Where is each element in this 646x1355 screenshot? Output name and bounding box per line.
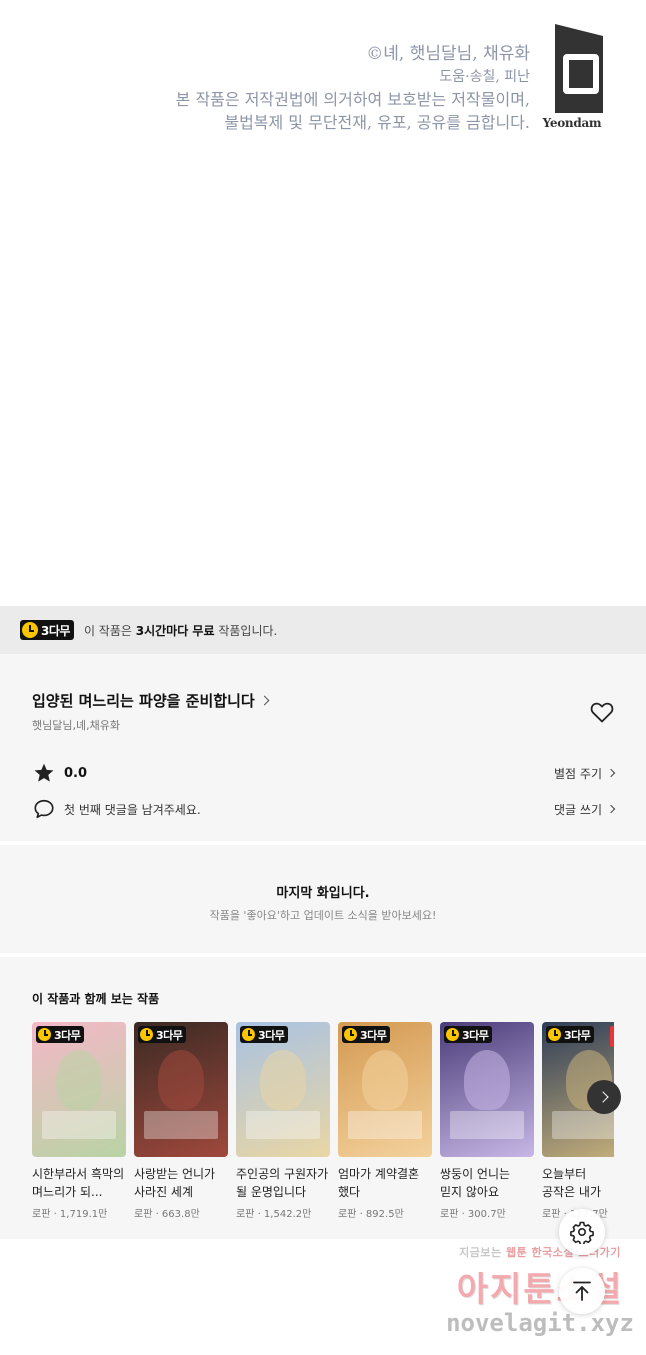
rating-value: 0.0 bbox=[64, 765, 88, 781]
cover-title-art bbox=[348, 1111, 422, 1139]
carousel-next-button[interactable] bbox=[587, 1080, 621, 1114]
copyright-warning-1: 본 작품은 저작권법에 의거하여 보호받는 저작물이며, bbox=[175, 90, 530, 109]
cover-art bbox=[56, 1050, 102, 1110]
recommendation-title: 주인공의 구원자가 될 운명입니다 bbox=[236, 1167, 329, 1199]
wait-free-badge: 3다무 bbox=[444, 1026, 493, 1043]
recommendation-meta: 로판 · 1,542.2만 bbox=[236, 1209, 312, 1220]
cover-title-art bbox=[552, 1111, 614, 1139]
recommendation-card[interactable]: 3다무사랑받는 언니가 사라진 세계로판 · 663.8만 bbox=[134, 1022, 228, 1220]
heart-outline-icon[interactable] bbox=[590, 701, 614, 723]
new-badge: 신작 bbox=[609, 1026, 614, 1047]
copyright-credits: ©녜, 햇님달님, 채유화 bbox=[366, 44, 530, 64]
clock-icon bbox=[446, 1028, 459, 1041]
chevron-right-icon bbox=[606, 804, 616, 814]
recommendation-thumbnail: 3다무 bbox=[236, 1022, 330, 1157]
wait-free-badge: 3다무 bbox=[546, 1026, 595, 1043]
wait-free-badge: 3다무 bbox=[342, 1026, 391, 1043]
recommendation-title: 시한부라서 흑막의 며느리가 되... bbox=[32, 1167, 125, 1199]
work-title-link[interactable]: 입양된 며느리는 파양을 준비합니다 bbox=[32, 690, 270, 711]
recommendation-thumbnail: 3다무 bbox=[440, 1022, 534, 1157]
comment-row: 첫 번째 댓글을 남겨주세요. 댓글 쓰기 bbox=[32, 798, 616, 820]
recommendation-meta: 로판 · 663.8만 bbox=[134, 1209, 200, 1220]
recommendation-card[interactable]: 3다무시한부라서 흑막의 며느리가 되... 로판 · 1,719.1만 bbox=[32, 1022, 126, 1220]
scroll-top-button[interactable] bbox=[559, 1268, 605, 1314]
recommendation-meta: 로판 · 1,719.1만 bbox=[32, 1209, 108, 1220]
wait-free-badge: 3다무 bbox=[20, 620, 74, 640]
write-comment-button[interactable]: 댓글 쓰기 bbox=[554, 801, 616, 818]
last-episode-section: 마지막 화입니다. 작품을 '좋아요'하고 업데이트 소식을 받아보세요! bbox=[0, 845, 646, 953]
publisher-logo-text: Yeondam bbox=[542, 116, 602, 130]
work-info-section: 입양된 며느리는 파양을 준비합니다 햇님달님,녜,채유화 0.0 별점 주기 … bbox=[0, 654, 646, 841]
comment-prompt: 첫 번째 댓글을 남겨주세요. bbox=[64, 802, 201, 817]
copyright-warning-2: 불법복제 및 무단전재, 유포, 공유를 금합니다. bbox=[224, 113, 530, 132]
copyright-notice: ©녜, 햇님달님, 채유화 도움·송칠, 피난 본 작품은 저작권법에 의거하여… bbox=[176, 42, 530, 134]
star-icon bbox=[34, 763, 54, 782]
work-title: 입양된 며느리는 파양을 준비합니다 bbox=[32, 692, 255, 710]
last-episode-subtitle: 작품을 '좋아요'하고 업데이트 소식을 받아보세요! bbox=[209, 909, 437, 922]
site-watermark: 지금보는 웹툰 한국소설 보러가기 아지툰소설 novelagit.xyz bbox=[440, 1244, 640, 1337]
clock-icon bbox=[140, 1028, 153, 1041]
recommendation-title: 쌍둥이 언니는 믿지 않아요 bbox=[440, 1167, 511, 1199]
recommendations-heading: 이 작품과 함께 보는 작품 bbox=[32, 992, 160, 1006]
cover-title-art bbox=[450, 1111, 524, 1139]
arrow-up-icon bbox=[573, 1281, 591, 1301]
clock-icon bbox=[22, 622, 38, 638]
recommendation-card[interactable]: 3다무주인공의 구원자가 될 운명입니다로판 · 1,542.2만 bbox=[236, 1022, 330, 1220]
recommendation-card[interactable]: 3다무쌍둥이 언니는 믿지 않아요로판 · 300.7만 bbox=[440, 1022, 534, 1220]
clock-icon bbox=[548, 1028, 561, 1041]
recommendation-meta: 로판 · 892.5만 bbox=[338, 1209, 404, 1220]
wait-free-badge: 3다무 bbox=[138, 1026, 187, 1043]
recommendation-thumbnail: 3다무 bbox=[338, 1022, 432, 1157]
recommendation-thumbnail: 3다무 bbox=[32, 1022, 126, 1157]
publisher-logo: Yeondam bbox=[541, 16, 603, 130]
clock-icon bbox=[38, 1028, 51, 1041]
work-authors: 햇님달님,녜,채유화 bbox=[32, 719, 120, 732]
chevron-right-icon bbox=[596, 1091, 609, 1103]
comic-end-panel: ©녜, 햇님달님, 채유화 도움·송칠, 피난 본 작품은 저작권법에 의거하여… bbox=[0, 0, 646, 606]
cover-art bbox=[260, 1050, 306, 1110]
recommendation-title: 사랑받는 언니가 사라진 세계 bbox=[134, 1167, 216, 1199]
cover-title-art bbox=[246, 1111, 320, 1139]
recommendation-thumbnail: 3다무 bbox=[134, 1022, 228, 1157]
rate-button[interactable]: 별점 주기 bbox=[554, 765, 616, 782]
recommendation-title: 엄마가 계약결혼 했다 bbox=[338, 1167, 420, 1199]
last-episode-title: 마지막 화입니다. bbox=[276, 886, 370, 901]
watermark-tagline: 지금보는 웹툰 한국소설 보러가기 bbox=[459, 1246, 621, 1259]
cover-art bbox=[362, 1050, 408, 1110]
watermark-brand: 아지툰소설 bbox=[456, 1270, 624, 1310]
recommendations-section: 이 작품과 함께 보는 작품 3다무시한부라서 흑막의 며느리가 되... 로판 … bbox=[0, 957, 646, 1239]
settings-button[interactable] bbox=[559, 1209, 605, 1255]
free-banner: 3다무 이 작품은 3시간마다 무료 작품입니다. bbox=[0, 606, 646, 654]
clock-icon bbox=[344, 1028, 357, 1041]
recommendations-carousel: 3다무시한부라서 흑막의 며느리가 되... 로판 · 1,719.1만 3다무사랑… bbox=[32, 1022, 614, 1220]
chevron-right-icon bbox=[606, 768, 616, 778]
recommendation-meta: 로판 · 300.7만 bbox=[440, 1209, 506, 1220]
rating-row: 0.0 별점 주기 bbox=[32, 762, 616, 784]
speech-bubble-icon bbox=[34, 799, 54, 819]
recommendation-title: 오늘부터 공작은 내가 접수한 bbox=[542, 1167, 602, 1199]
recommendation-card[interactable]: 3다무엄마가 계약결혼 했다로판 · 892.5만 bbox=[338, 1022, 432, 1220]
wait-free-badge: 3다무 bbox=[36, 1026, 85, 1043]
free-banner-text: 이 작품은 3시간마다 무료 작품입니다. bbox=[83, 623, 278, 638]
cover-title-art bbox=[42, 1111, 116, 1139]
cover-art bbox=[464, 1050, 510, 1110]
cover-title-art bbox=[144, 1111, 218, 1139]
recommendation-card[interactable]: 3다무신작오늘부터 공작은 내가 접수한로판 · 112.7만 bbox=[542, 1022, 614, 1220]
watermark-url: novelagit.xyz bbox=[446, 1309, 634, 1337]
gear-icon bbox=[570, 1221, 594, 1244]
chevron-right-icon bbox=[259, 695, 270, 706]
copyright-assistants: 도움·송칠, 피난 bbox=[439, 69, 530, 85]
wait-free-badge: 3다무 bbox=[240, 1026, 289, 1043]
cover-art bbox=[158, 1050, 204, 1110]
publisher-logo-mark bbox=[541, 16, 603, 113]
clock-icon bbox=[242, 1028, 255, 1041]
